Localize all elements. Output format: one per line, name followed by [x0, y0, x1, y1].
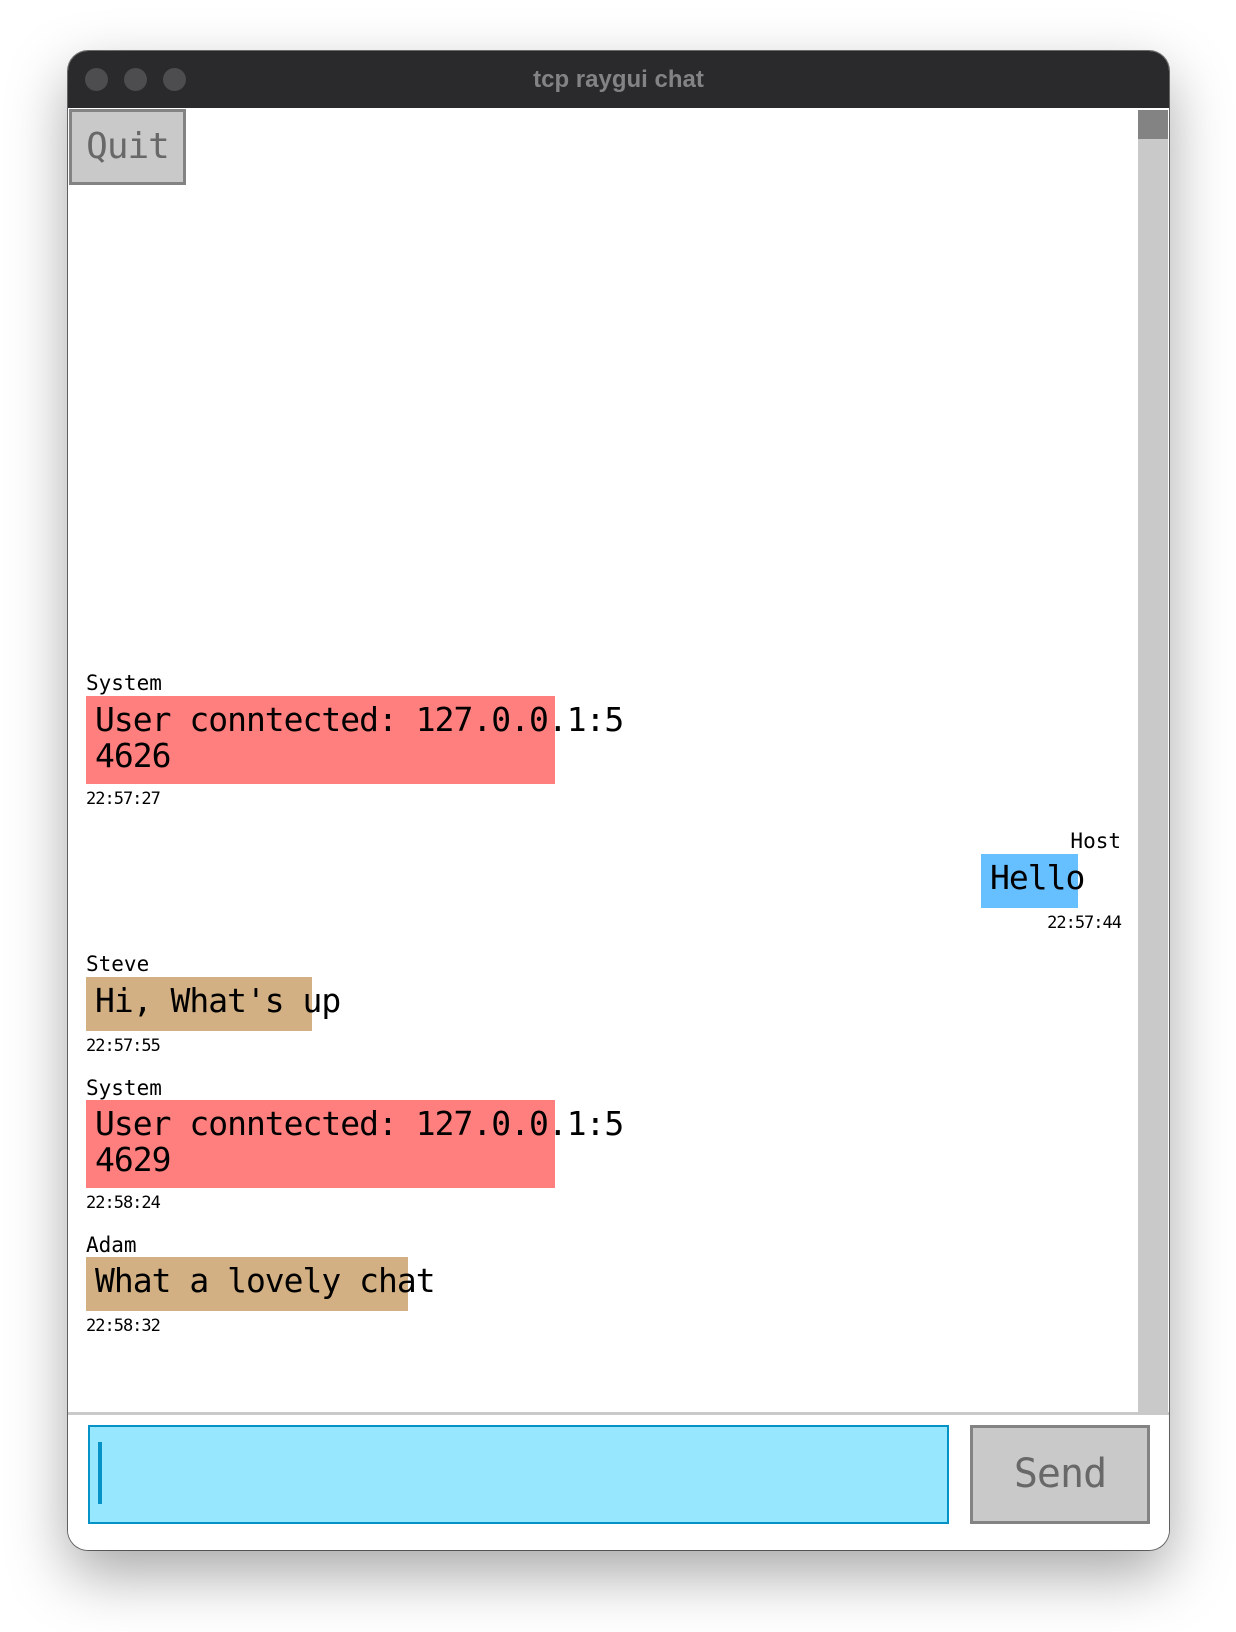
message-input[interactable] — [88, 1425, 949, 1524]
message-sender: System — [86, 671, 162, 695]
chat-scrollbar[interactable] — [1138, 110, 1168, 1412]
message-bubble: User conntected: 127.0.0.1:5 4626 — [86, 696, 624, 784]
quit-button[interactable]: Quit — [69, 109, 186, 185]
message-bubble: What a lovely chat — [86, 1257, 436, 1311]
message-timestamp: 22:57:55 — [86, 1036, 161, 1056]
chat-content: Quit System User conntected: 127.0.0.1:5… — [68, 108, 1169, 1550]
message-timestamp: 22:58:24 — [86, 1193, 161, 1213]
composer-divider — [68, 1412, 1169, 1415]
title-bar: tcp raygui chat — [68, 51, 1169, 108]
message-bubble: Hi, What's up — [86, 977, 341, 1031]
message-bubble: Hello — [981, 854, 1085, 908]
message-bubble: User conntected: 127.0.0.1:5 4629 — [86, 1100, 624, 1188]
message-timestamp: 22:57:27 — [86, 789, 161, 809]
message-timestamp: 22:58:32 — [86, 1316, 161, 1336]
scrollbar-thumb[interactable] — [1138, 110, 1168, 139]
text-caret — [98, 1442, 102, 1504]
message-sender: System — [86, 1076, 162, 1100]
message-timestamp: 22:57:44 — [1047, 913, 1122, 933]
window-title: tcp raygui chat — [533, 66, 704, 93]
message-sender: Adam — [86, 1233, 137, 1257]
message-sender: Host — [1070, 829, 1121, 853]
chat-window: tcp raygui chat Quit System User conntec… — [68, 51, 1169, 1550]
send-button[interactable]: Send — [970, 1425, 1150, 1524]
message-sender: Steve — [86, 952, 150, 976]
